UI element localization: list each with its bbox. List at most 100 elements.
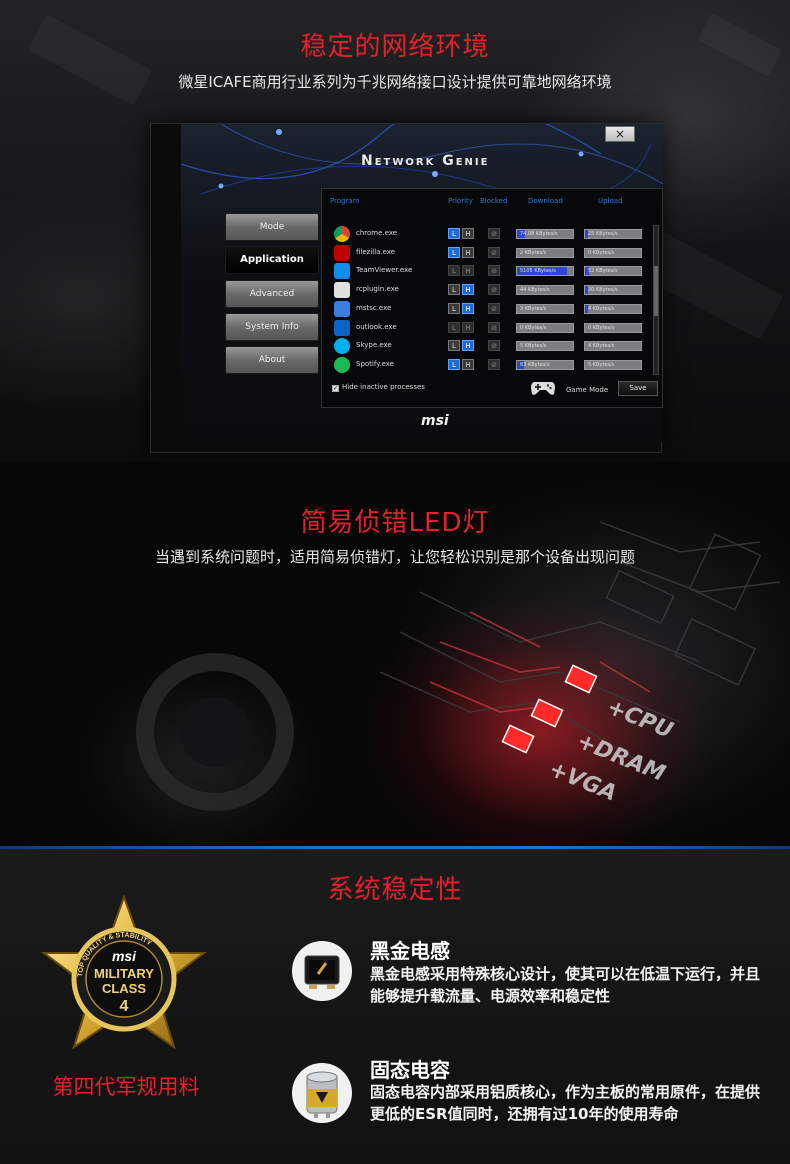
column-header-blocked[interactable]: Blocked [480, 197, 507, 205]
priority-low-button[interactable]: L [448, 358, 460, 370]
priority-high-button[interactable]: H [462, 246, 474, 258]
led-section-subtitle: 当遇到系统问题时，适用简易侦错灯，让您轻松识别是那个设备出现问题 [154, 548, 635, 566]
table-row[interactable]: Spotify.exe L H ⊘ 63 KBytes/s 5 KBytes/s [322, 356, 652, 375]
upload-bar: 0 KBytes/s [584, 247, 642, 258]
column-header-priority[interactable]: Priority [448, 197, 473, 205]
block-toggle-icon[interactable]: ⊘ [488, 340, 500, 352]
badge-line1: MILITARY [94, 966, 154, 981]
download-rate: 44 KBytes/s [520, 287, 550, 294]
download-rate: 5 KBytes/s [520, 343, 547, 350]
sidebar-item-mode[interactable]: Mode [225, 213, 319, 241]
download-rate: 74.08 KBytes/s [520, 231, 558, 237]
download-rate: 5105 KBytes/s [520, 268, 556, 275]
download-rate: 63 KBytes/s [520, 361, 550, 368]
column-header-download[interactable]: Download [528, 197, 563, 205]
sidebar-item-about[interactable]: About [225, 346, 319, 374]
filezilla-icon [334, 244, 350, 261]
scrollbar-thumb[interactable] [654, 266, 658, 316]
upload-rate: 4 KBytes/s [588, 305, 615, 312]
upload-rate: 20 KBytes/s [588, 287, 618, 294]
hide-inactive-checkbox[interactable]: ✓ Hide inactive processes [332, 383, 425, 392]
table-row[interactable]: Skype.exe L H ⊘ 5 KBytes/s 4 KBytes/s [322, 337, 652, 356]
outlook-icon [334, 319, 350, 336]
priority-high-button[interactable]: H [462, 284, 474, 296]
checkbox-check-icon[interactable]: ✓ [332, 385, 339, 392]
game-mode-label: Game Mode [566, 386, 609, 394]
upload-bar: 20 KBytes/s [584, 285, 642, 296]
process-name: Spotify.exe [356, 359, 394, 368]
priority-low-button[interactable]: L [448, 265, 460, 277]
column-header-upload[interactable]: Upload [598, 197, 623, 205]
table-row[interactable]: mstsc.exe L H ⊘ 3 KBytes/s 4 KBytes/s [322, 300, 652, 319]
process-name: TeamViewer.exe [356, 266, 413, 275]
download-bar: 3 KBytes/s [516, 303, 574, 314]
capacitor-icon [292, 1063, 352, 1123]
led-section-title: 简易侦错LED灯 [300, 508, 490, 538]
column-header-program[interactable]: Program [330, 197, 360, 205]
feature-desc-choke: 黑金电感采用特殊核心设计，使其可以在低温下运行，并且能够提升载流量、电源效率和稳… [370, 965, 761, 1005]
block-toggle-icon[interactable]: ⊘ [488, 302, 500, 314]
badge-caption: 第四代军规用料 [52, 1075, 200, 1099]
table-row[interactable]: outlook.exe L H ⊘ 0 KBytes/s 0 KBytes/s [322, 319, 652, 338]
network-section-title: 稳定的网络环境 [300, 32, 490, 62]
feature-title-choke: 黑金电感 [370, 939, 450, 963]
download-bar: 63 KBytes/s [516, 359, 574, 370]
sidebar-item-application[interactable]: Application [225, 246, 319, 274]
upload-bar: 25 KBytes/s [584, 229, 642, 239]
badge-line2: CLASS [102, 981, 146, 996]
table-row[interactable]: rcplugin.exe L H ⊘ 44 KBytes/s 20 KBytes/s [322, 281, 652, 300]
upload-bar: 52 KBytes/s [584, 266, 642, 277]
table-row[interactable]: filezilla.exe L H ⊘ 2 KBytes/s 0 KBytes/s [322, 244, 652, 263]
gamepad-icon[interactable] [530, 379, 556, 397]
process-name: rcplugin.exe [356, 285, 399, 294]
scrollbar[interactable] [653, 225, 659, 375]
process-name: outlook.exe [356, 322, 397, 331]
priority-low-button[interactable]: L [448, 228, 460, 239]
spotify-icon [334, 356, 350, 373]
block-toggle-icon[interactable]: ⊘ [488, 265, 500, 277]
network-genie-window: × Network Genie Mode Application Advance… [150, 123, 663, 453]
sidebar-item-system-info[interactable]: System Info [225, 313, 319, 341]
block-toggle-icon[interactable]: ⊘ [488, 358, 500, 370]
block-toggle-icon[interactable]: ⊘ [488, 228, 500, 239]
block-toggle-icon[interactable]: ⊘ [488, 284, 500, 296]
network-section-subtitle: 微星ICAFE商用行业系列为千兆网络接口设计提供可靠地网络环境 [178, 73, 612, 91]
close-button[interactable]: × [605, 126, 635, 142]
badge-brand: msi [112, 948, 137, 964]
download-bar: 5 KBytes/s [516, 341, 574, 352]
priority-low-button[interactable]: L [448, 284, 460, 296]
stability-section: 系统稳定性 msi MILITARY CLASS 4 TOP QUALITY &… [0, 849, 790, 1164]
priority-high-button[interactable]: H [462, 358, 474, 370]
download-rate: 0 KBytes/s [520, 324, 547, 331]
priority-high-button[interactable]: H [462, 340, 474, 352]
process-name: Skype.exe [356, 341, 392, 350]
download-bar: 44 KBytes/s [516, 285, 574, 296]
priority-high-button[interactable]: H [462, 321, 474, 333]
block-toggle-icon[interactable]: ⊘ [488, 321, 500, 333]
table-row[interactable]: chrome.exe L H ⊘ 74.08 KBytes/s 25 KBytes/s [322, 225, 652, 244]
process-name: mstsc.exe [356, 303, 392, 312]
download-rate: 3 KBytes/s [520, 305, 547, 312]
upload-rate: 25 KBytes/s [588, 231, 618, 237]
sidebar-item-advanced[interactable]: Advanced [225, 280, 319, 308]
priority-high-button[interactable]: H [462, 302, 474, 314]
table-row[interactable]: TeamViewer.exe L H ⊘ 5105 KBytes/s 52 KBytes/… [322, 262, 652, 281]
priority-low-button[interactable]: L [448, 340, 460, 352]
priority-low-button[interactable]: L [448, 246, 460, 258]
teamviewer-icon [334, 263, 350, 280]
save-button[interactable]: Save [618, 381, 658, 396]
download-bar: 74.08 KBytes/s [516, 229, 574, 239]
network-section: 稳定的网络环境 微星ICAFE商用行业系列为千兆网络接口设计提供可靠地网络环境 … [0, 0, 790, 462]
block-toggle-icon[interactable]: ⊘ [488, 246, 500, 258]
upload-rate: 4 KBytes/s [588, 343, 615, 350]
dram-led-icon [530, 698, 564, 728]
network-genie-frame: × Network Genie Mode Application Advance… [181, 124, 663, 442]
priority-low-button[interactable]: L [448, 302, 460, 314]
download-bar: 5105 KBytes/s [516, 266, 574, 277]
choke-icon [292, 941, 352, 1001]
priority-low-button[interactable]: L [448, 321, 460, 333]
priority-high-button[interactable]: H [462, 265, 474, 277]
military-class-badge: msi MILITARY CLASS 4 TOP QUALITY & STABI… [41, 895, 207, 1050]
feature-title-capacitor: 固态电容 [370, 1058, 450, 1082]
priority-high-button[interactable]: H [462, 228, 474, 239]
